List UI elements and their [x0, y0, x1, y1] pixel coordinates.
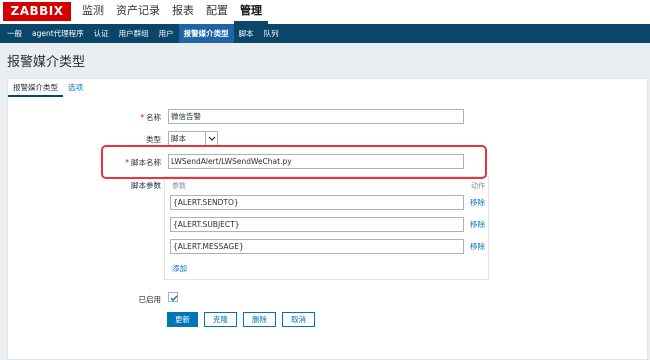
- name-input[interactable]: 微信告警: [168, 109, 464, 124]
- sub-nav-scripts[interactable]: 脚本: [234, 24, 259, 43]
- remove-param-link[interactable]: 移除: [470, 197, 485, 208]
- params-column-header: 参数: [172, 182, 186, 190]
- type-select-value: 脚本: [171, 134, 186, 143]
- main-nav-inventory[interactable]: 资产记录: [110, 0, 166, 24]
- checkmark-icon: [170, 295, 178, 302]
- required-marker: *: [140, 113, 144, 122]
- sub-nav-users[interactable]: 用户: [154, 24, 179, 43]
- name-label-text: 名称: [146, 113, 161, 122]
- remove-param-link[interactable]: 移除: [470, 241, 485, 252]
- sub-nav-authentication[interactable]: 认证: [89, 24, 114, 43]
- clone-button[interactable]: 克隆: [204, 312, 237, 327]
- top-menu-bar: ZABBIX 监测 资产记录 报表 配置 管理: [0, 0, 650, 24]
- delete-button[interactable]: 删除: [243, 312, 276, 327]
- main-nav-administration[interactable]: 管理: [234, 0, 268, 24]
- update-button[interactable]: 更新: [167, 312, 198, 327]
- action-column-header: 动作: [471, 182, 485, 190]
- page-title: 报警媒介类型: [7, 55, 86, 70]
- form-tabs: 报警媒介类型 选项: [8, 79, 88, 97]
- type-select[interactable]: 脚本: [168, 131, 218, 146]
- enabled-label: 已启用: [138, 295, 162, 304]
- main-nav-reports[interactable]: 报表: [166, 0, 200, 24]
- tab-options[interactable]: 选项: [63, 79, 88, 97]
- main-nav: 监测 资产记录 报表 配置 管理: [76, 0, 268, 24]
- sub-nav: 一般 agent代理程序 认证 用户群组 用户 报警媒介类型 脚本 队列: [0, 24, 650, 43]
- sub-nav-proxies[interactable]: agent代理程序: [27, 24, 89, 43]
- main-nav-configuration[interactable]: 配置: [200, 0, 234, 24]
- sub-nav-media-types[interactable]: 报警媒介类型: [178, 24, 234, 43]
- type-label: 类型: [146, 135, 161, 144]
- media-type-form-panel: 报警媒介类型 选项 * 名称 微信告警 类型 脚本 * 脚本名称 LWSendAle…: [7, 78, 648, 360]
- sub-nav-queue[interactable]: 队列: [259, 24, 284, 43]
- cancel-button[interactable]: 取消: [282, 312, 315, 327]
- param-input[interactable]: {ALERT.SENDTO}: [170, 195, 464, 210]
- zabbix-logo[interactable]: ZABBIX: [3, 2, 71, 21]
- tab-media-type[interactable]: 报警媒介类型: [8, 79, 63, 97]
- param-input[interactable]: {ALERT.MESSAGE}: [170, 239, 464, 254]
- enabled-checkbox[interactable]: [168, 292, 178, 302]
- script-params-label: 脚本参数: [131, 181, 161, 190]
- script-params-table: 参数 动作 {ALERT.SENDTO} 移除 {ALERT.SUBJECT} …: [164, 176, 489, 280]
- param-input[interactable]: {ALERT.SUBJECT}: [170, 217, 464, 232]
- chevron-down-icon: [205, 132, 217, 145]
- name-label: * 名称: [108, 112, 161, 123]
- highlight-box: [101, 145, 487, 179]
- sub-nav-general[interactable]: 一般: [2, 24, 27, 43]
- remove-param-link[interactable]: 移除: [470, 219, 485, 230]
- main-nav-monitoring[interactable]: 监测: [76, 0, 110, 24]
- add-param-link[interactable]: 添加: [172, 263, 187, 274]
- sub-nav-user-groups[interactable]: 用户群组: [114, 24, 154, 43]
